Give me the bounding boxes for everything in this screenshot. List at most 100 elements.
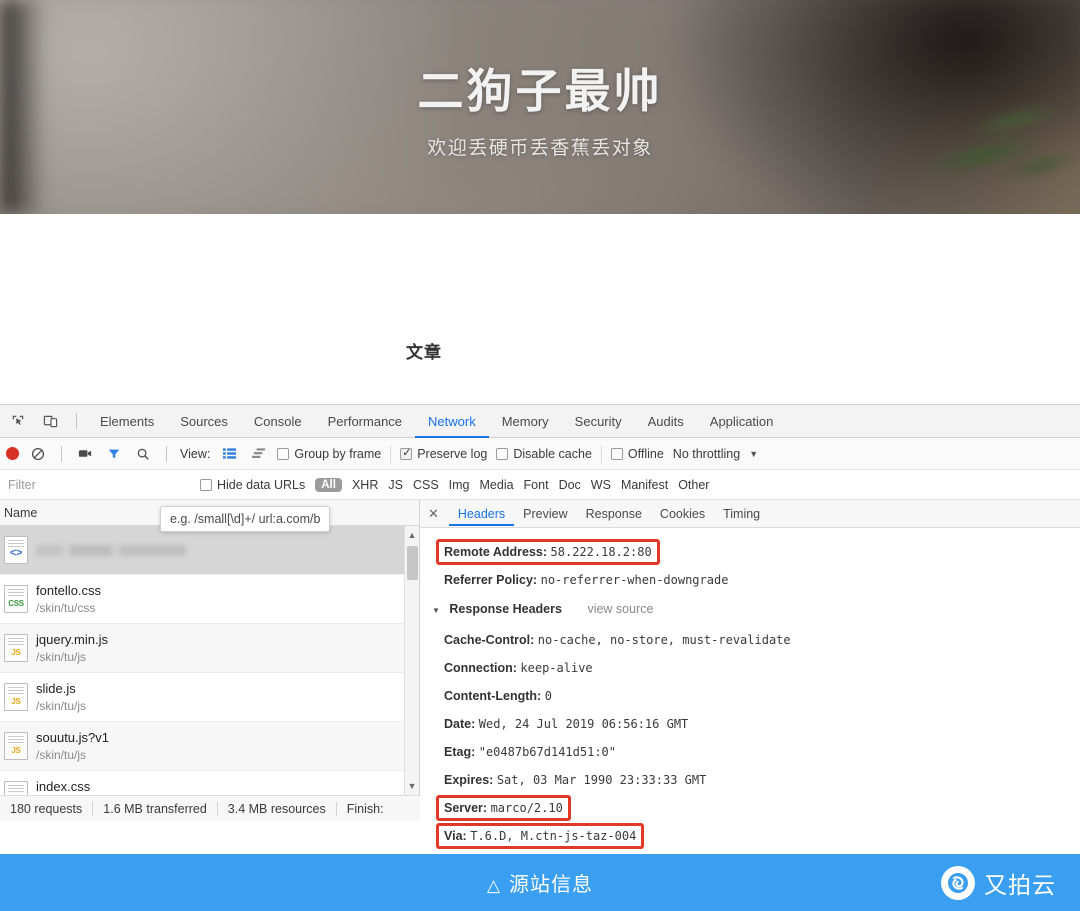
request-row[interactable]: CSSindex.css/skin/tu/css bbox=[0, 771, 419, 795]
filter-type-doc[interactable]: Doc bbox=[559, 478, 581, 492]
filter-type-other[interactable]: Other bbox=[678, 478, 709, 492]
header-key: Server: bbox=[444, 801, 487, 815]
brand-block[interactable]: 又拍云 bbox=[941, 866, 1056, 900]
devtools-tab-application[interactable]: Application bbox=[697, 405, 787, 438]
device-toolbar-icon[interactable] bbox=[40, 411, 60, 431]
screenshot-root: 二狗子最帅 欢迎丢硬币丢香蕉丢对象 文章 ElementsSourcesCons… bbox=[0, 0, 1080, 911]
checkbox-box[interactable] bbox=[200, 479, 212, 491]
chevron-down-icon[interactable]: ▼ bbox=[749, 449, 758, 459]
preserve-log-label: Preserve log bbox=[417, 447, 487, 461]
devtools-tab-performance[interactable]: Performance bbox=[315, 405, 415, 438]
header-pair: Date: Wed, 24 Jul 2019 06:56:16 GMT bbox=[444, 717, 688, 731]
footer-caption: 源站信息 bbox=[509, 874, 593, 896]
checkbox-box[interactable] bbox=[496, 448, 508, 460]
header-value: 58.222.18.2:80 bbox=[551, 545, 652, 559]
offline-checkbox[interactable]: Offline bbox=[611, 447, 664, 461]
checkbox-box-checked[interactable] bbox=[400, 448, 412, 460]
header-pair: Expires: Sat, 03 Mar 1990 23:33:33 GMT bbox=[444, 773, 706, 787]
filter-type-media[interactable]: Media bbox=[480, 478, 514, 492]
devtools-tab-memory[interactable]: Memory bbox=[489, 405, 562, 438]
brand-name: 又拍云 bbox=[984, 866, 1056, 900]
detail-tab-headers[interactable]: Headers bbox=[449, 502, 514, 526]
checkbox-box[interactable] bbox=[611, 448, 623, 460]
detail-tab-timing[interactable]: Timing bbox=[714, 502, 769, 526]
devtools-panel-tabbar: ElementsSourcesConsolePerformanceNetwork… bbox=[0, 405, 1080, 438]
detail-tab-cookies[interactable]: Cookies bbox=[651, 502, 714, 526]
devtools-tab-security[interactable]: Security bbox=[562, 405, 635, 438]
toolbar-divider-2 bbox=[61, 446, 62, 462]
toolbar-divider-4 bbox=[390, 445, 391, 463]
header-value: marco/2.10 bbox=[491, 801, 563, 815]
scrollbar-thumb[interactable] bbox=[407, 546, 418, 580]
disable-cache-checkbox[interactable]: Disable cache bbox=[496, 447, 592, 461]
request-list-scrollbar[interactable]: ▲ ▼ bbox=[404, 526, 419, 795]
filter-type-css[interactable]: CSS bbox=[413, 478, 439, 492]
view-source-link[interactable]: view source bbox=[587, 602, 653, 616]
preserve-log-checkbox[interactable]: Preserve log bbox=[400, 447, 487, 461]
request-row-texts: index.css/skin/tu/css bbox=[36, 778, 95, 795]
highlight-box: Server: marco/2.10 bbox=[436, 795, 571, 821]
header-pair: Referrer Policy: no-referrer-when-downgr… bbox=[444, 573, 728, 587]
triangle-outline-icon: △ bbox=[487, 876, 501, 895]
filter-type-all[interactable]: All bbox=[315, 478, 342, 492]
camera-icon[interactable] bbox=[75, 444, 95, 464]
finish-time: Finish: bbox=[337, 802, 394, 816]
clear-icon[interactable] bbox=[28, 444, 48, 464]
search-input[interactable] bbox=[4, 474, 190, 496]
request-row-texts bbox=[36, 545, 186, 556]
request-row[interactable]: JSslide.js/skin/tu/js bbox=[0, 673, 419, 722]
detail-tab-response[interactable]: Response bbox=[577, 502, 651, 526]
checkbox-box[interactable] bbox=[277, 448, 289, 460]
waterfall-view-icon[interactable] bbox=[248, 444, 268, 464]
search-icon[interactable] bbox=[133, 444, 153, 464]
filter-type-ws[interactable]: WS bbox=[591, 478, 611, 492]
request-row[interactable]: JSsouutu.js?v1/skin/tu/js bbox=[0, 722, 419, 771]
detail-tab-preview[interactable]: Preview bbox=[514, 502, 576, 526]
toolbar-divider bbox=[76, 413, 77, 429]
js-file-icon: JS bbox=[4, 634, 28, 662]
filter-type-img[interactable]: Img bbox=[449, 478, 470, 492]
devtools-tool-icons bbox=[0, 411, 87, 431]
devtools-tab-sources[interactable]: Sources bbox=[167, 405, 241, 438]
devtools-tab-network[interactable]: Network bbox=[415, 405, 489, 438]
funnel-icon[interactable] bbox=[104, 444, 124, 464]
header-key: Expires: bbox=[444, 773, 493, 787]
chevron-down-icon[interactable]: ▼ bbox=[432, 606, 440, 615]
record-button-icon[interactable] bbox=[6, 447, 19, 460]
hero-text-block: 二狗子最帅 欢迎丢硬币丢香蕉丢对象 bbox=[0, 0, 1080, 214]
chevron-up-icon[interactable]: ▲ bbox=[405, 528, 419, 542]
close-icon[interactable]: ✕ bbox=[426, 506, 447, 522]
response-headers-title: Response Headers bbox=[447, 602, 562, 616]
request-name: souutu.js?v1 bbox=[36, 729, 109, 747]
page-section-title: 文章 bbox=[0, 338, 848, 363]
request-list[interactable]: <>CSSfontello.css/skin/tu/cssJSjquery.mi… bbox=[0, 526, 419, 795]
disable-cache-label: Disable cache bbox=[513, 447, 592, 461]
filter-type-font[interactable]: Font bbox=[524, 478, 549, 492]
chevron-down-icon[interactable]: ▼ bbox=[405, 779, 419, 793]
request-row-texts: slide.js/skin/tu/js bbox=[36, 680, 86, 714]
header-key: Cache-Control: bbox=[444, 633, 534, 647]
hero-subtitle: 欢迎丢硬币丢香蕉丢对象 bbox=[427, 133, 653, 160]
devtools-tab-elements[interactable]: Elements bbox=[87, 405, 167, 438]
header-value: "e0487b67d141d51:0" bbox=[479, 745, 616, 759]
filter-type-js[interactable]: JS bbox=[388, 478, 403, 492]
list-view-icon[interactable] bbox=[219, 444, 239, 464]
devtools-tab-audits[interactable]: Audits bbox=[635, 405, 697, 438]
filter-type-xhr[interactable]: XHR bbox=[352, 478, 378, 492]
css-file-icon: CSS bbox=[4, 585, 28, 613]
upyun-logo-icon bbox=[941, 866, 975, 900]
request-path: /skin/tu/js bbox=[36, 747, 109, 763]
filter-syntax-tooltip: e.g. /small[\d]+/ url:a.com/b bbox=[160, 506, 330, 532]
file-icon-label: JS bbox=[5, 648, 27, 657]
group-by-frame-checkbox[interactable]: Group by frame bbox=[277, 447, 381, 461]
header-line: Date: Wed, 24 Jul 2019 06:56:16 GMT bbox=[430, 710, 1080, 738]
request-row[interactable]: JSjquery.min.js/skin/tu/js bbox=[0, 624, 419, 673]
file-icon-label: CSS bbox=[5, 599, 27, 608]
throttling-select[interactable]: No throttling bbox=[673, 447, 740, 461]
request-row[interactable]: <> bbox=[0, 526, 419, 575]
request-row[interactable]: CSSfontello.css/skin/tu/css bbox=[0, 575, 419, 624]
devtools-tab-console[interactable]: Console bbox=[241, 405, 315, 438]
inspect-cursor-icon[interactable] bbox=[8, 411, 28, 431]
hide-data-urls-checkbox[interactable]: Hide data URLs bbox=[200, 478, 305, 492]
filter-type-manifest[interactable]: Manifest bbox=[621, 478, 668, 492]
